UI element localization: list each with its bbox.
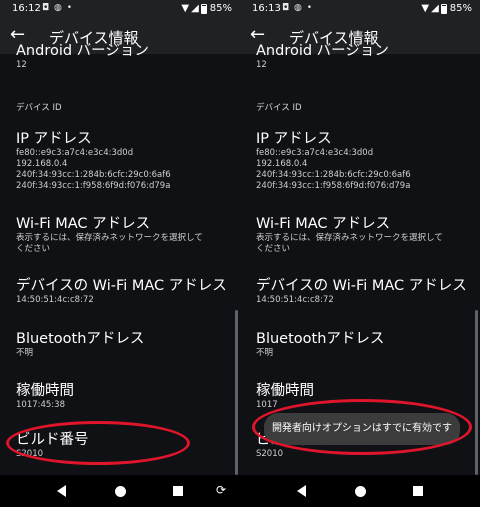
item-title: Bluetoothアドレス — [16, 331, 145, 347]
item-title: Android バージョン — [16, 43, 149, 59]
item-title: 稼働時間 — [256, 383, 314, 399]
wifi-icon: ▼ — [421, 3, 430, 14]
item-title: Bluetoothアドレス — [256, 331, 385, 347]
list-item-ip-address[interactable]: IP アドレス fe80::e9c3:a7c4:e3c4:3d0d 192.16… — [256, 130, 472, 192]
scrollbar[interactable] — [475, 310, 478, 475]
battery-icon — [200, 3, 207, 14]
item-value: 14:50:51:4c:c8:72 — [256, 295, 334, 305]
item-value: 表示するには、保存済みネットワークを選択して — [16, 233, 203, 243]
highlight-ring-toast — [252, 399, 472, 455]
notification-icons: ◘ ◍ • — [282, 3, 314, 13]
item-value: ください — [16, 244, 51, 254]
item-value: 192.168.0.4 — [256, 159, 308, 169]
signal-icon: ◢ — [431, 3, 439, 14]
list-item-wifi-mac[interactable]: Wi-Fi MAC アドレス 表示するには、保存済みネットワークを選択して くだ… — [16, 215, 232, 255]
battery-icon — [440, 3, 447, 14]
item-value: fe80::e9c3:a7c4:e3c4:3d0d — [16, 148, 134, 158]
item-title: Android バージョン — [256, 43, 389, 59]
list-item-device-wifi-mac[interactable]: デバイスの Wi-Fi MAC アドレス 14:50:51:4c:c8:72 — [256, 277, 472, 306]
battery-percent: 85% — [209, 3, 232, 14]
item-value: fe80::e9c3:a7c4:e3c4:3d0d — [256, 148, 374, 158]
item-value: ください — [256, 244, 291, 254]
item-value: 192.168.0.4 — [16, 159, 68, 169]
navigation-bar: ⟳ — [0, 475, 480, 507]
item-title: デバイスの Wi-Fi MAC アドレス — [256, 278, 467, 294]
highlight-ring-build-number — [6, 421, 190, 465]
item-title: Wi-Fi MAC アドレス — [256, 216, 391, 232]
list-item-device-wifi-mac[interactable]: デバイスの Wi-Fi MAC アドレス 14:50:51:4c:c8:72 — [16, 277, 232, 306]
status-time: 16:12 — [12, 3, 41, 14]
wifi-icon: ▼ — [181, 3, 190, 14]
item-value: 240f:34:93cc:1:f958:6f9d:f076:d79a — [16, 181, 171, 191]
section-header-device-id: デバイス ID — [16, 103, 62, 113]
list-item-wifi-mac[interactable]: Wi-Fi MAC アドレス 表示するには、保存済みネットワークを選択して くだ… — [256, 215, 472, 255]
list-item-android-version[interactable]: Android バージョン 12 — [256, 42, 472, 71]
list-item-uptime[interactable]: 稼働時間 1017:45:38 — [16, 382, 232, 411]
status-time: 16:13 — [252, 3, 281, 14]
item-value: 1017:45:38 — [16, 400, 65, 410]
status-right: ▼ ◢ 85% — [181, 3, 232, 14]
item-value: 不明 — [256, 348, 274, 358]
item-value: 240f:34:93cc:1:284b:6cfc:29c0:6af6 — [16, 170, 171, 180]
status-bar: 16:12 ◘ ◍ • ▼ ◢ 85% — [0, 0, 240, 18]
nav-back-icon[interactable] — [57, 485, 66, 497]
item-value: 12 — [256, 60, 267, 70]
item-title: 稼働時間 — [16, 383, 74, 399]
status-right: ▼ ◢ 85% — [421, 3, 472, 14]
battery-percent: 85% — [449, 3, 472, 14]
notification-icons: ◘ ◍ • — [42, 3, 74, 13]
nav-recents-icon[interactable] — [413, 486, 423, 496]
item-title: Wi-Fi MAC アドレス — [16, 216, 151, 232]
list-item-bluetooth-address[interactable]: Bluetoothアドレス 不明 — [16, 330, 232, 359]
rotate-icon[interactable]: ⟳ — [216, 483, 226, 497]
item-value: 不明 — [16, 348, 34, 358]
scrollbar[interactable] — [235, 310, 238, 475]
nav-back-icon[interactable] — [297, 485, 306, 497]
nav-home-icon[interactable] — [115, 486, 126, 497]
settings-list: Android バージョン 12 デバイス ID IP アドレス fe80::e… — [16, 43, 240, 475]
nav-recents-icon[interactable] — [173, 486, 183, 496]
signal-icon: ◢ — [191, 3, 199, 14]
list-item-bluetooth-address[interactable]: Bluetoothアドレス 不明 — [256, 330, 472, 359]
item-value: 240f:34:93cc:1:284b:6cfc:29c0:6af6 — [256, 170, 411, 180]
item-value: 表示するには、保存済みネットワークを選択して — [256, 233, 443, 243]
item-title: IP アドレス — [256, 131, 332, 147]
item-value: 240f:34:93cc:1:f958:6f9d:f076:d79a — [256, 181, 411, 191]
status-bar: 16:13 ◘ ◍ • ▼ ◢ 85% — [240, 0, 480, 18]
item-title: デバイスの Wi-Fi MAC アドレス — [16, 278, 227, 294]
section-header-device-id: デバイス ID — [256, 103, 302, 113]
item-title: IP アドレス — [16, 131, 92, 147]
list-item-ip-address[interactable]: IP アドレス fe80::e9c3:a7c4:e3c4:3d0d 192.16… — [16, 130, 232, 192]
item-value: 12 — [16, 60, 27, 70]
nav-home-icon[interactable] — [355, 486, 366, 497]
list-item-android-version[interactable]: Android バージョン 12 — [16, 42, 232, 71]
settings-screen-left: 16:12 ◘ ◍ • ▼ ◢ 85% ← デバイス情報 Android バージ… — [0, 0, 240, 475]
item-value: 14:50:51:4c:c8:72 — [16, 295, 94, 305]
